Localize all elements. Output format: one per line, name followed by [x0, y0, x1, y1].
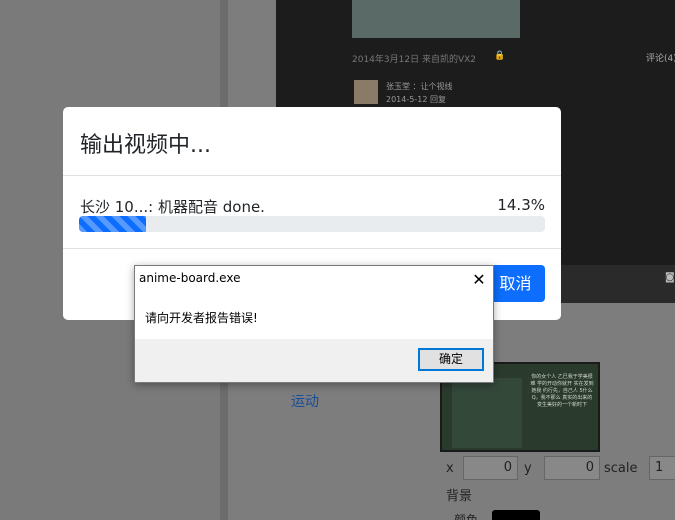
post-image	[352, 0, 520, 38]
color-swatch[interactable]	[492, 510, 540, 520]
progress-status-text: 长沙 10...: 机器配音 done.	[80, 198, 265, 216]
y-input[interactable]: 0	[544, 456, 600, 480]
camera-icon[interactable]: ◙	[665, 272, 675, 283]
error-message: 请向开发者报告错误!	[145, 311, 258, 325]
background-section-label: 背景	[446, 489, 473, 504]
error-dialog: anime-board.exe ✕ 请向开发者报告错误! 确定	[134, 265, 494, 383]
comment-author: 张玉堂 ：让个视线	[386, 82, 453, 91]
preview-text: 你的女个人 乙巳我于学美很难 学的开动你就开 实在发到她我 约行先，自己人 5什…	[530, 374, 594, 408]
error-dialog-footer: 确定	[135, 339, 493, 382]
comment-reply-link[interactable]: 回复	[430, 95, 446, 104]
x-input[interactable]: 0	[463, 456, 518, 480]
cancel-button[interactable]: 取消	[486, 265, 545, 302]
comment-item: 张玉堂 ：让个视线 2014-5-12 回复	[386, 80, 453, 106]
scale-label: scale	[604, 461, 638, 476]
error-dialog-title: anime-board.exe	[139, 271, 241, 285]
category-link[interactable]: 运动	[291, 391, 319, 411]
modal-title: 输出视频中...	[80, 133, 211, 158]
post-meta: 2014年3月12日 来自凯的VX2	[352, 55, 476, 65]
lock-icon: 🔒	[494, 51, 506, 61]
preview-grid	[452, 378, 522, 448]
progress-bar-fill	[79, 216, 146, 232]
comment-date: 2014-5-12	[386, 95, 428, 104]
comment-count-link[interactable]: 评论(4)	[646, 51, 675, 64]
progress-percent: 14.3%	[497, 196, 545, 214]
modal-header-divider	[63, 175, 561, 176]
modal-footer-divider	[63, 248, 561, 249]
y-label: y	[524, 461, 532, 476]
avatar	[354, 80, 378, 104]
scale-input[interactable]: 1	[649, 456, 675, 480]
progress-bar	[79, 216, 545, 232]
color-label: 颜色	[454, 513, 479, 520]
ok-button[interactable]: 确定	[418, 348, 484, 371]
close-icon[interactable]: ✕	[465, 268, 493, 292]
x-label: x	[446, 461, 454, 476]
